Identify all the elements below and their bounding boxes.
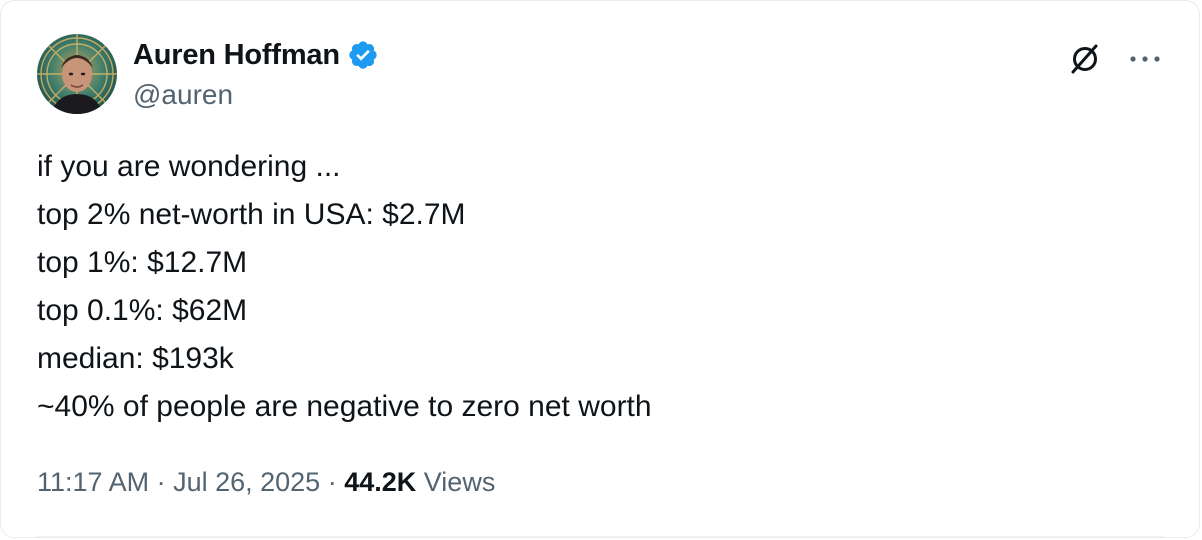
grok-icon[interactable] [1067, 41, 1103, 77]
tweet-line: if you are wondering ... [37, 150, 341, 183]
views-label: Views [423, 467, 496, 497]
tweet-text: if you are wondering ... top 2% net-wort… [37, 143, 1157, 431]
views-count[interactable]: 44.2K [344, 467, 416, 498]
more-dots-icon[interactable] [1127, 53, 1163, 65]
tweet-time[interactable]: 11:17 AM [37, 467, 149, 498]
avatar-image [37, 34, 117, 114]
tweet-line: top 0.1%: $62M [37, 294, 248, 327]
author-block: Auren Hoffman @auren [133, 37, 379, 111]
author-display-name[interactable]: Auren Hoffman [133, 39, 340, 72]
tweet-actions-top [1067, 41, 1163, 77]
tweet-line: top 2% net-worth in USA: $2.7M [37, 198, 466, 231]
tweet-card: Auren Hoffman @auren if you are wonderin… [0, 0, 1200, 538]
verified-badge-icon[interactable] [347, 39, 379, 71]
divider [37, 536, 1163, 537]
author-name-row: Auren Hoffman [133, 37, 379, 73]
author-avatar[interactable] [37, 34, 117, 114]
views-spacer [416, 467, 424, 498]
meta-separator: · [320, 467, 345, 497]
tweet-line: median: $193k [37, 342, 234, 375]
author-handle[interactable]: @auren [133, 79, 379, 111]
tweet-meta: 11:17 AM · Jul 26, 2025 · 44.2K Views [37, 467, 495, 498]
tweet-line: ~40% of people are negative to zero net … [37, 390, 652, 423]
meta-separator: · [149, 467, 174, 497]
tweet-line: top 1%: $12.7M [37, 246, 248, 279]
tweet-date[interactable]: Jul 26, 2025 [173, 467, 320, 498]
